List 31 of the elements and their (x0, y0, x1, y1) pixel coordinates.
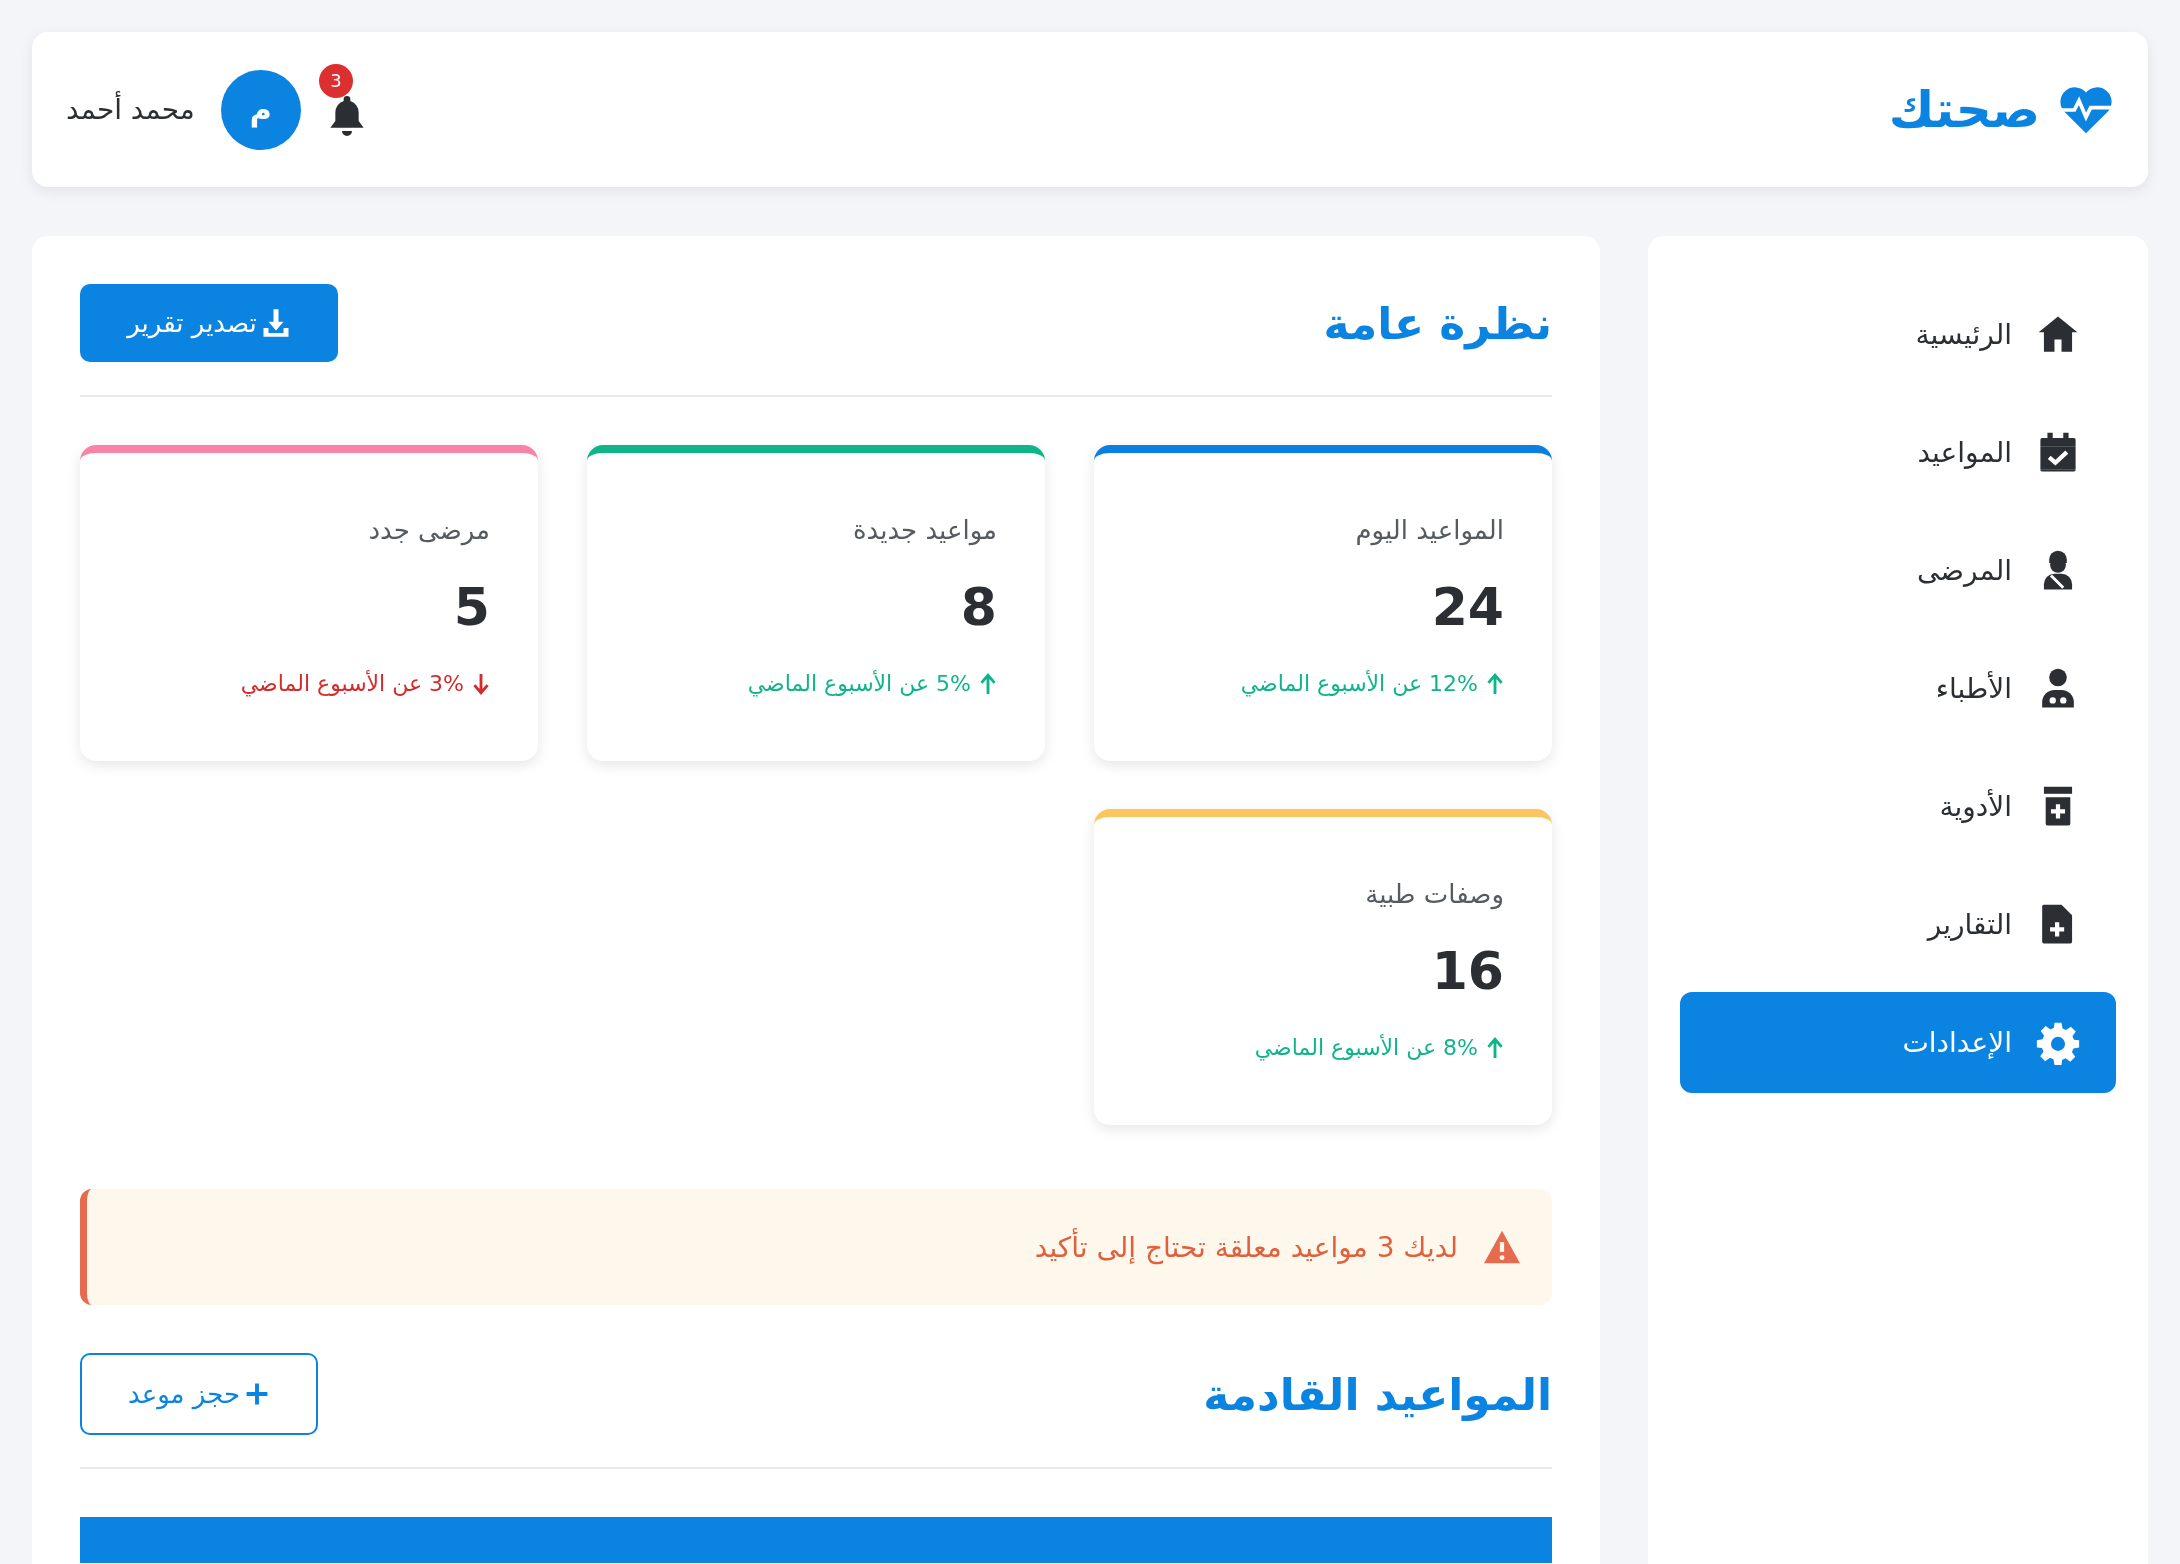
stat-change: 8% عن الأسبوع الماضي (1254, 1035, 1478, 1060)
warning-icon (1482, 1229, 1522, 1265)
sidebar-item[interactable]: الإعدادات (1680, 992, 2116, 1093)
stat-value: 5 (453, 577, 490, 637)
sidebar-item[interactable]: الأطباء (1680, 638, 2116, 739)
book-appointment-button[interactable]: حجز موعد (80, 1353, 318, 1435)
notification-badge: 3 (318, 63, 353, 98)
stat-value: 8 (960, 577, 997, 637)
app-logo: صحتك (1888, 80, 2040, 139)
sidebar-item[interactable]: المواعيد (1680, 402, 2116, 503)
stat-change: 3% عن الأسبوع الماضي (240, 671, 464, 696)
stat-change: 5% عن الأسبوع الماضي (747, 671, 971, 696)
section-title: نظرة عامة (1323, 297, 1552, 349)
stat-label: وصفات طبية (1365, 879, 1504, 909)
sidebar-item[interactable]: التقارير (1680, 874, 2116, 975)
stat-label: مواعيد جديدة (852, 515, 997, 545)
alert-message: لديك 3 مواعيد معلقة تحتاج إلى تأكيد (1034, 1230, 1458, 1264)
sidebar-item[interactable]: الأدوية (1680, 756, 2116, 857)
settings-icon (2036, 1020, 2080, 1065)
stat-label: مرضى جدد (368, 515, 490, 545)
section-title: المواعيد القادمة (1203, 1368, 1552, 1420)
stat-label: المواعيد اليوم (1355, 515, 1504, 545)
sidebar-item[interactable]: المرضى (1680, 520, 2116, 621)
sidebar-item[interactable]: الرئيسية (1680, 284, 2116, 385)
stat-value: 16 (1431, 941, 1504, 1001)
stat-value: 24 (1431, 577, 1504, 637)
export-report-button[interactable]: تصدير تقرير (80, 284, 338, 362)
user-avatar[interactable]: م (220, 69, 301, 150)
plus-icon (244, 1381, 270, 1407)
user-name: محمد أحمد (66, 93, 195, 126)
stat-change: 12% عن الأسبوع الماضي (1240, 671, 1478, 696)
